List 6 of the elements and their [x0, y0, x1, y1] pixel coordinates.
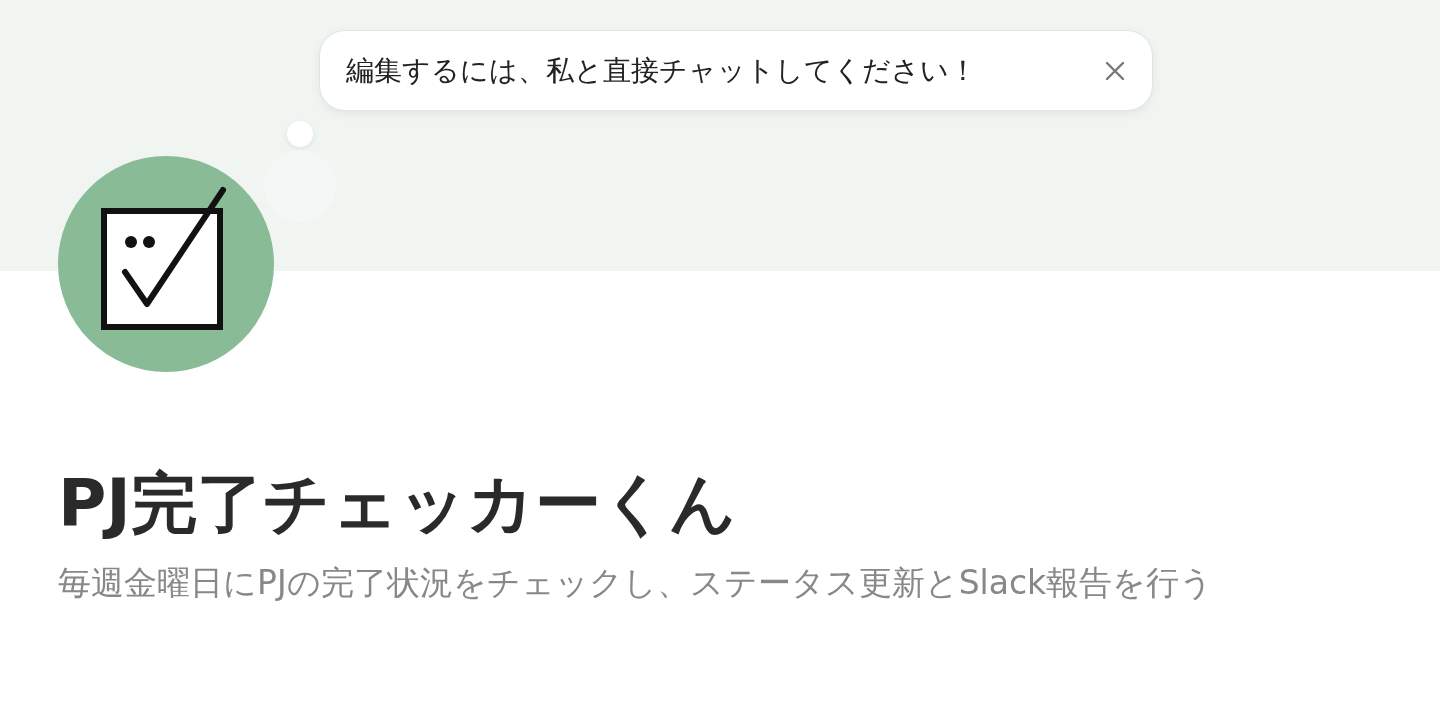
agent-description: 毎週金曜日にPJの完了状況をチェックし、ステータス更新とSlack報告を行う: [58, 562, 1215, 605]
tooltip-text: 編集するには、私と直接チャットしてください！: [346, 52, 977, 89]
close-button[interactable]: [1104, 59, 1126, 82]
close-icon: [1104, 59, 1126, 82]
thought-bubble-dot: [287, 121, 313, 147]
agent-name: PJ完了チェッカーくん: [58, 464, 738, 544]
